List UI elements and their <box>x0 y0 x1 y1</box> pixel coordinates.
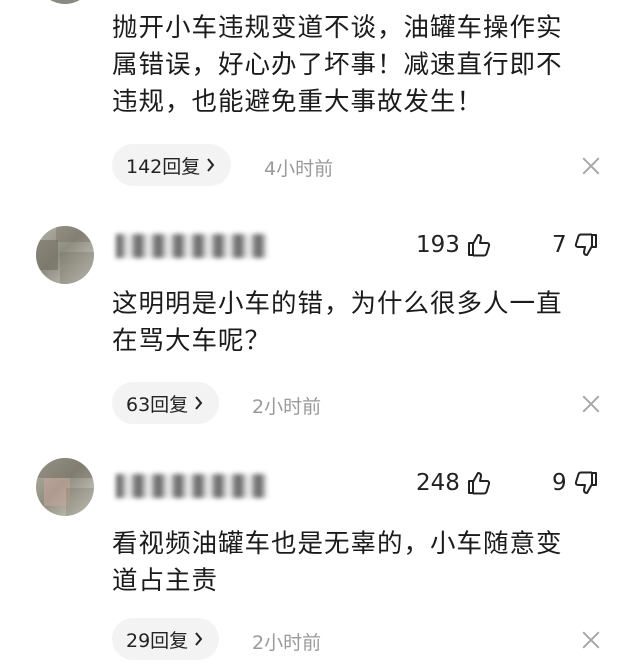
thumbs-up-icon <box>467 472 491 495</box>
like-button[interactable]: 248 <box>416 470 492 496</box>
chevron-right-icon <box>206 158 215 172</box>
timestamp: 4小时前 <box>264 158 334 180</box>
comment-text: 看视频油罐车也是无辜的，小车随意变 道占主责 <box>112 529 563 596</box>
thumbs-down-icon <box>574 233 597 256</box>
avatar[interactable] <box>36 226 94 284</box>
chevron-right-icon <box>194 396 203 410</box>
comment-text: 这明明是小车的错，为什么很多人一直 在骂大车呢？ <box>112 289 563 356</box>
thumbs-down-icon <box>574 471 597 494</box>
dislike-count: 9 <box>552 470 567 496</box>
avatar[interactable] <box>36 0 94 4</box>
timestamp: 2小时前 <box>252 632 322 654</box>
chevron-right-icon <box>194 632 203 646</box>
avatar[interactable] <box>36 458 94 516</box>
thumbs-up-icon <box>467 234 491 257</box>
dislike-count: 7 <box>552 232 567 258</box>
like-button[interactable]: 193 <box>416 232 492 258</box>
like-count: 193 <box>416 232 460 258</box>
close-icon[interactable] <box>582 157 600 175</box>
username-blurred[interactable] <box>116 474 266 498</box>
dislike-button[interactable]: 7 <box>552 232 599 258</box>
timestamp: 2小时前 <box>252 396 322 418</box>
close-icon[interactable] <box>582 631 600 649</box>
like-count: 248 <box>416 470 460 496</box>
comment-text: 抛开小车违规变道不谈，油罐车操作实 属错误，好心办了坏事！减速直行即不 违规，也… <box>112 13 563 117</box>
username-blurred[interactable] <box>116 234 266 258</box>
dislike-button[interactable]: 9 <box>552 470 599 496</box>
close-icon[interactable] <box>582 395 600 413</box>
reply-count-button[interactable]: 142回复 <box>112 144 232 186</box>
reply-count-button[interactable]: 29回复 <box>112 618 220 660</box>
reply-count-button[interactable]: 63回复 <box>112 382 220 424</box>
